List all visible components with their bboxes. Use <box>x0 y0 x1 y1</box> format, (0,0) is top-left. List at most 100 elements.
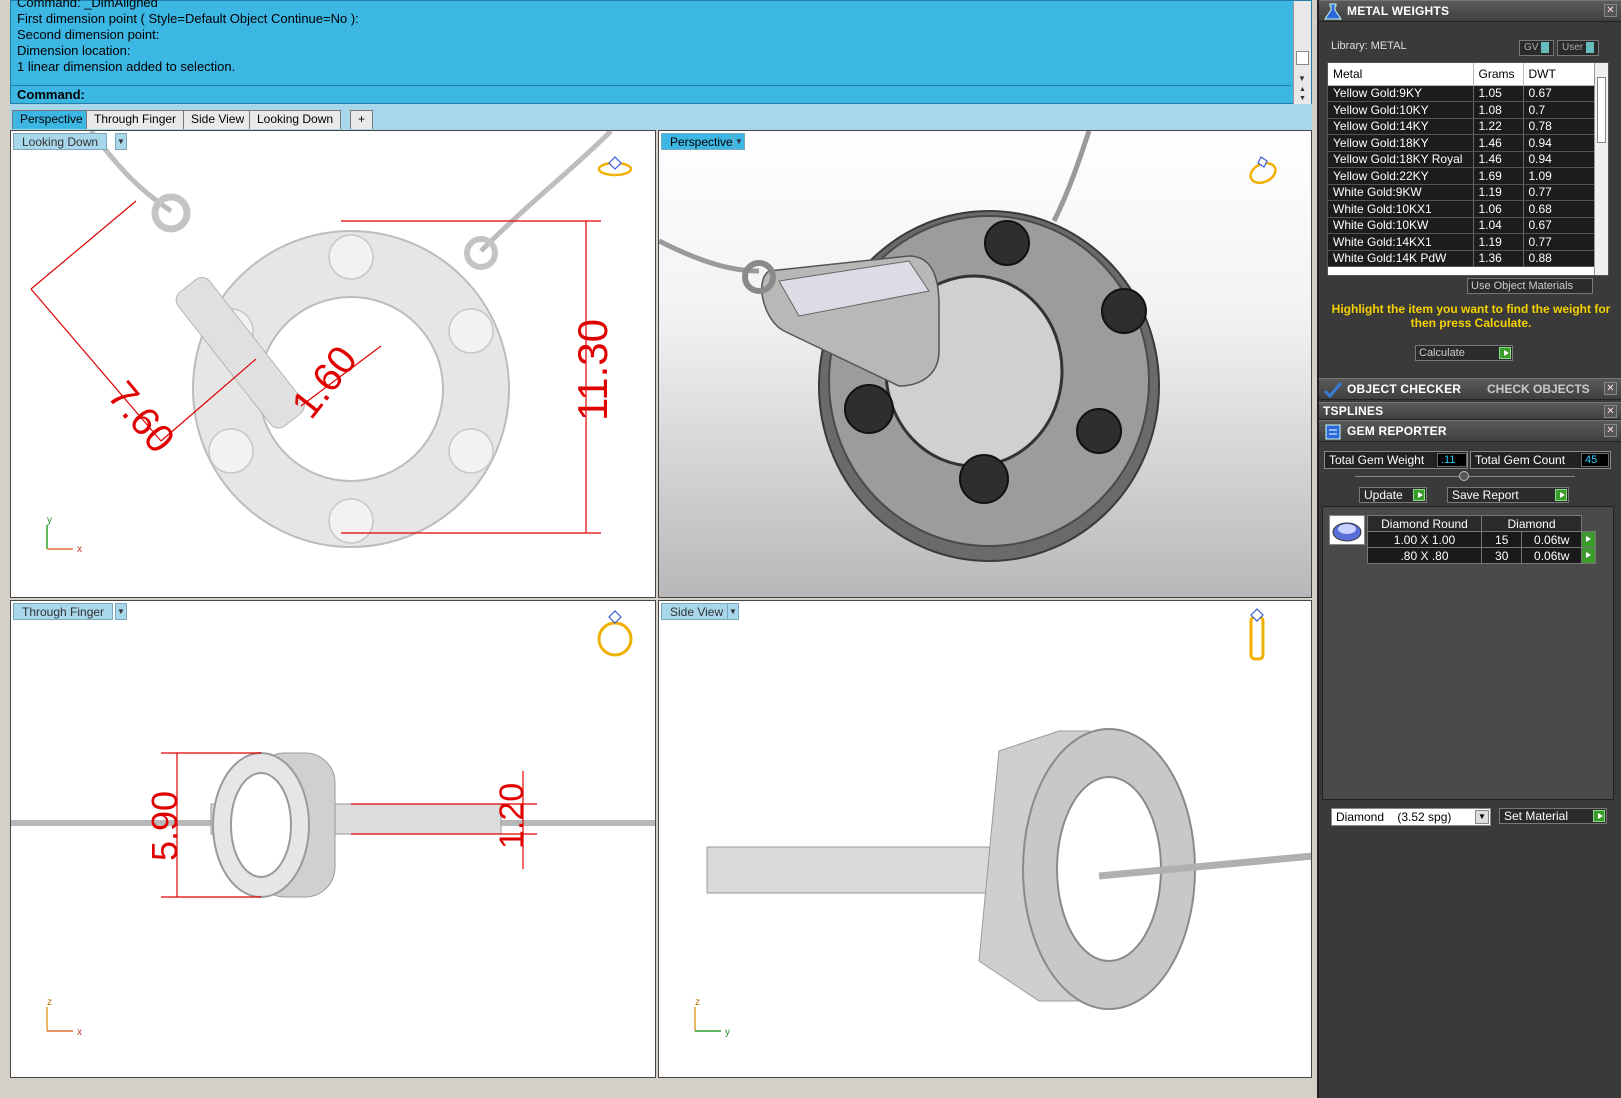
close-icon[interactable]: ✕ <box>1604 405 1617 418</box>
axis-label: y <box>725 1027 730 1038</box>
viewport-menu-icon[interactable]: ▼ <box>733 133 745 150</box>
viewport-menu-icon[interactable]: ▼ <box>115 603 127 620</box>
panel-title: GEM REPORTER <box>1347 424 1447 438</box>
table-row[interactable]: Yellow Gold:18KY 1.46 0.94 <box>1328 134 1596 152</box>
viewport-label[interactable]: Through Finger <box>13 603 114 620</box>
tab-side-view[interactable]: Side View <box>183 110 253 129</box>
weight-slider-handle[interactable] <box>1459 471 1469 481</box>
tab-through-finger[interactable]: Through Finger <box>86 110 185 129</box>
dwt-value: 0.88 <box>1523 250 1596 267</box>
gem-reporter-header[interactable]: GEM REPORTER ✕ <box>1319 420 1621 442</box>
gem-row[interactable]: .80 X .80 30 0.06tw <box>1367 547 1596 564</box>
ring-orientation-icon[interactable] <box>597 610 633 657</box>
axis-indicator: z x <box>46 997 82 1038</box>
user-toggle[interactable]: User <box>1557 40 1600 56</box>
column-header: Diamond <box>1481 515 1582 532</box>
gv-toggle[interactable]: GV <box>1519 40 1555 56</box>
metal-weights-table[interactable]: Metal Grams DWT Yellow Gold:9KY 1.05 0.67 Y… <box>1327 62 1609 276</box>
column-header[interactable]: Grams <box>1473 63 1524 86</box>
play-icon[interactable] <box>1581 547 1596 564</box>
looking-down-scene: 7.60 1.60 11.30 y x <box>30 131 633 555</box>
viewport-menu-icon[interactable]: ▼ <box>115 133 127 150</box>
gem-size: .80 X .80 <box>1367 547 1482 564</box>
play-icon <box>1593 810 1605 822</box>
object-checker-header[interactable]: OBJECT CHECKER CHECK OBJECTS ✕ <box>1319 378 1621 400</box>
dim-label: 5.90 <box>144 791 185 861</box>
total-gem-weight: Total Gem Weight .11 <box>1324 451 1468 469</box>
play-icon <box>1413 489 1425 501</box>
play-icon[interactable] <box>1581 531 1596 548</box>
update-button[interactable]: Update <box>1359 487 1427 503</box>
grams-value: 1.05 <box>1473 85 1524 102</box>
table-row[interactable]: Yellow Gold:18KY Royal 1.46 0.94 <box>1328 151 1596 168</box>
dim-label: 7.60 <box>99 374 183 462</box>
check-objects-tab[interactable]: CHECK OBJECTS <box>1487 382 1590 396</box>
table-scrollbar[interactable] <box>1594 63 1608 275</box>
gem-report-table[interactable]: Diamond Round Diamond 1.00 X 1.00 15 0.0… <box>1367 515 1596 564</box>
close-icon[interactable]: ✕ <box>1604 424 1617 437</box>
save-report-button[interactable]: Save Report <box>1447 487 1569 503</box>
history-line: First dimension point ( Style=Default Ob… <box>17 11 359 26</box>
metal-name: Yellow Gold:14KY <box>1328 118 1474 135</box>
table-row[interactable]: White Gold:14K PdW 1.36 0.88 <box>1328 250 1596 267</box>
tsplines-header[interactable]: TSPLINES ✕ <box>1319 402 1621 420</box>
table-row[interactable]: White Gold:10KX1 1.06 0.68 <box>1328 200 1596 218</box>
gem-row[interactable]: 1.00 X 1.00 15 0.06tw <box>1367 531 1596 548</box>
viewport-looking-down[interactable]: 7.60 1.60 11.30 y x Looking Down ▼ <box>10 130 656 598</box>
column-header[interactable]: Metal <box>1328 63 1474 86</box>
viewport-label[interactable]: Side View <box>661 603 733 620</box>
scrollbar-thumb[interactable] <box>1296 51 1309 65</box>
viewport-menu-icon[interactable]: ▼ <box>727 603 739 620</box>
panel-title: TSPLINES <box>1323 404 1384 418</box>
dwt-value: 0.94 <box>1523 134 1596 152</box>
viewport-label[interactable]: Perspective <box>661 133 742 150</box>
ring-orientation-icon[interactable] <box>1245 151 1281 187</box>
ring-orientation-icon[interactable] <box>597 156 633 177</box>
viewport-side-view[interactable]: z y Side View ▼ <box>658 600 1312 1078</box>
metal-name: Yellow Gold:10KY <box>1328 101 1474 119</box>
dim-label: 11.30 <box>569 319 616 421</box>
flask-icon <box>1324 3 1342 20</box>
viewport-perspective[interactable]: Perspective ▼ <box>658 130 1312 598</box>
viewport-through-finger[interactable]: 5.90 1.20 z x Through Finger ▼ <box>10 600 656 1078</box>
history-scrollbar[interactable]: ▼ <box>1293 1 1311 85</box>
ring-orientation-icon[interactable] <box>1249 608 1265 661</box>
set-material-button[interactable]: Set Material <box>1499 808 1607 824</box>
scroll-down-icon[interactable]: ▼ <box>1298 74 1306 83</box>
metal-name: White Gold:14K PdW <box>1328 250 1474 267</box>
table-row[interactable]: Yellow Gold:22KY 1.69 1.09 <box>1328 167 1596 185</box>
dwt-value: 0.94 <box>1523 151 1596 168</box>
table-row[interactable]: Yellow Gold:9KY 1.05 0.67 <box>1328 85 1596 102</box>
metal-weights-header[interactable]: METAL WEIGHTS ✕ <box>1319 0 1621 22</box>
chevron-down-icon[interactable]: ▼ <box>1475 810 1489 824</box>
calculate-button[interactable]: Calculate <box>1415 345 1513 361</box>
bail-loop <box>464 236 498 270</box>
table-row[interactable]: White Gold:10KW 1.04 0.67 <box>1328 217 1596 234</box>
perspective-scene <box>659 131 1160 562</box>
column-header[interactable]: DWT <box>1523 63 1596 86</box>
axis-label: z <box>695 997 700 1008</box>
grams-value: 1.69 <box>1473 167 1524 185</box>
table-row[interactable]: Yellow Gold:14KY 1.22 0.78 <box>1328 118 1596 135</box>
table-row[interactable]: Yellow Gold:10KY 1.08 0.7 <box>1328 101 1596 119</box>
use-object-materials-toggle[interactable]: Use Object Materials <box>1467 278 1593 294</box>
table-row[interactable]: White Gold:9KW 1.19 0.77 <box>1328 184 1596 201</box>
tab-looking-down[interactable]: Looking Down <box>249 110 342 129</box>
chain-right <box>479 131 613 253</box>
close-icon[interactable]: ✕ <box>1604 4 1617 17</box>
prompt-scroll[interactable]: ▲ ▼ <box>1293 85 1311 105</box>
table-row[interactable]: White Gold:14KX1 1.19 0.77 <box>1328 233 1596 251</box>
grams-value: 1.36 <box>1473 250 1524 267</box>
metal-name: White Gold:9KW <box>1328 184 1474 201</box>
axis-label: x <box>77 1027 82 1038</box>
command-prompt[interactable]: Command: <box>11 85 1291 105</box>
total-gem-weight-value: .11 <box>1437 453 1467 467</box>
scrollbar-thumb[interactable] <box>1597 77 1606 143</box>
panel-title: METAL WEIGHTS <box>1347 4 1450 18</box>
material-select[interactable]: Diamond (3.52 spg) ▼ <box>1331 808 1491 826</box>
total-gem-count-value: 45 <box>1581 453 1609 467</box>
close-icon[interactable]: ✕ <box>1604 382 1617 395</box>
viewport-label[interactable]: Looking Down <box>13 133 108 150</box>
tab-perspective[interactable]: Perspective <box>12 110 91 129</box>
add-tab-button[interactable]: + <box>350 110 374 129</box>
